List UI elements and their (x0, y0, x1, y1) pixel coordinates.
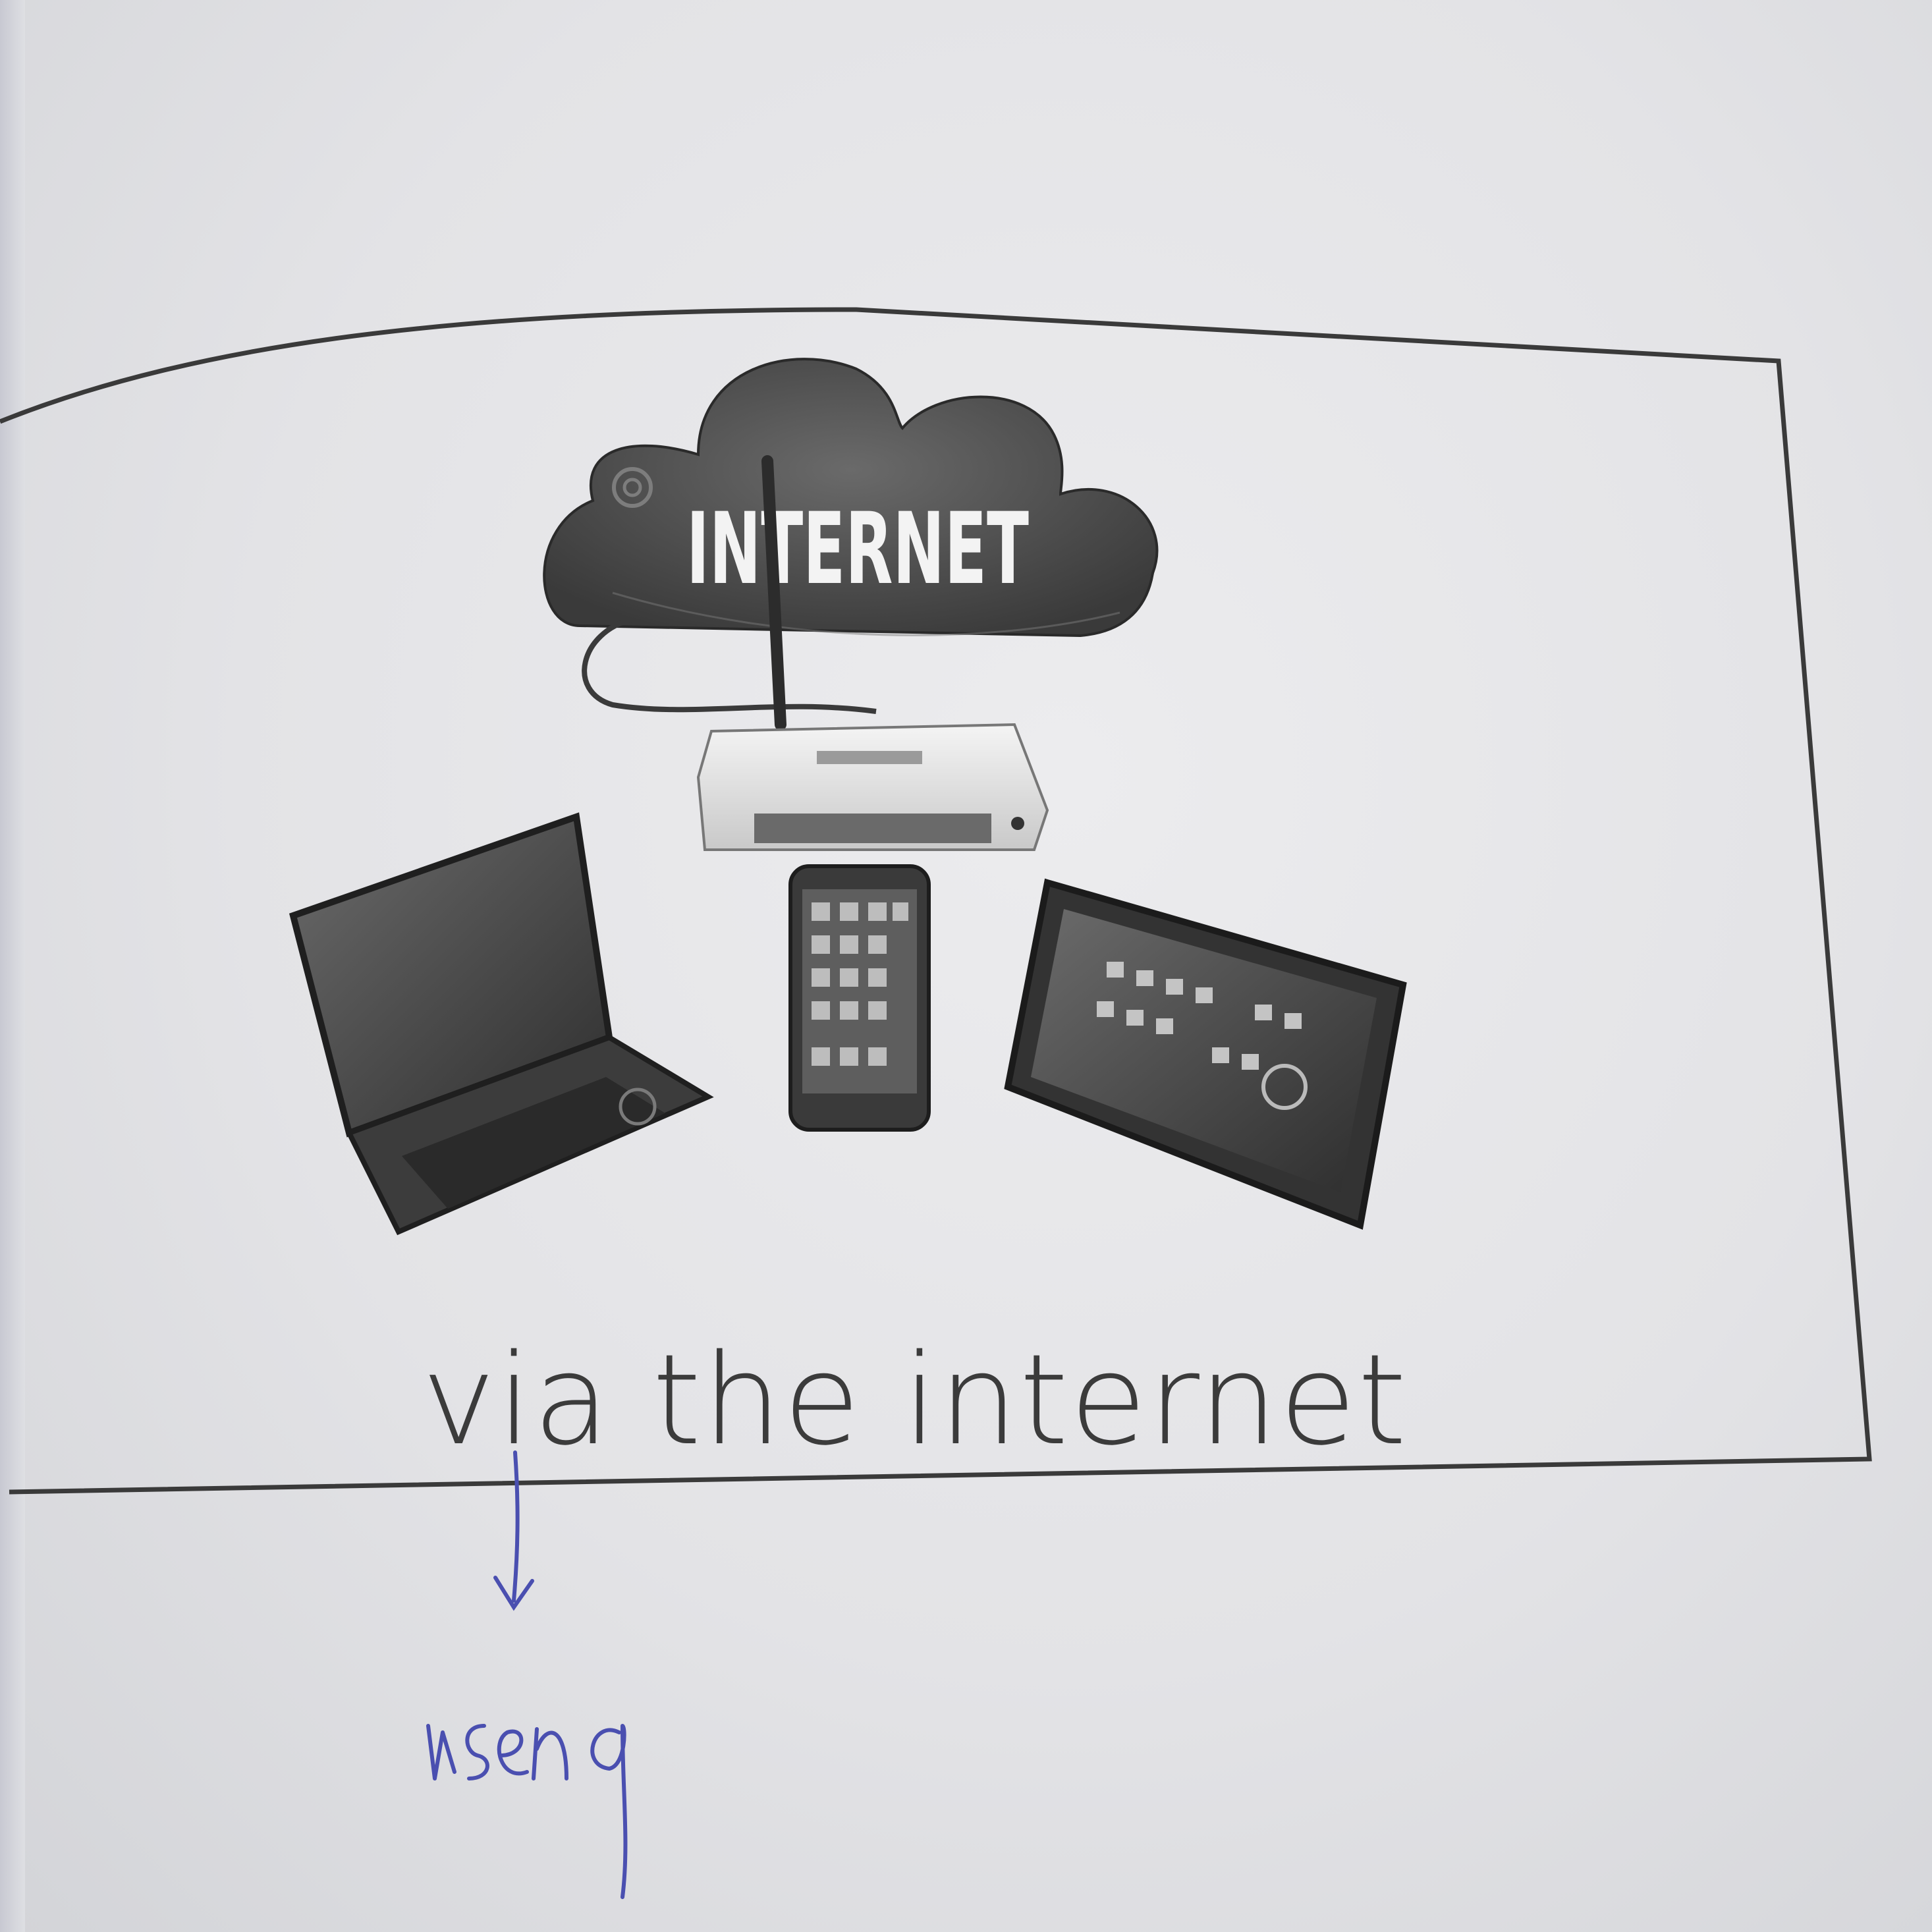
illustration-caption: via the internet (422, 1327, 1408, 1473)
book-page: INTERNET via the internet (0, 0, 1932, 1932)
wireless-router-icon (696, 723, 1049, 851)
handwritten-note (426, 1724, 628, 1899)
down-arrow-icon (493, 1450, 534, 1611)
laptop-icon (289, 812, 714, 1236)
tablet-icon (1004, 878, 1407, 1230)
page-illustration-layer: INTERNET (0, 307, 1872, 1899)
internet-cloud-icon: INTERNET (543, 358, 1159, 638)
smartphone-icon (788, 864, 931, 1132)
cloud-label: INTERNET (686, 492, 1029, 607)
